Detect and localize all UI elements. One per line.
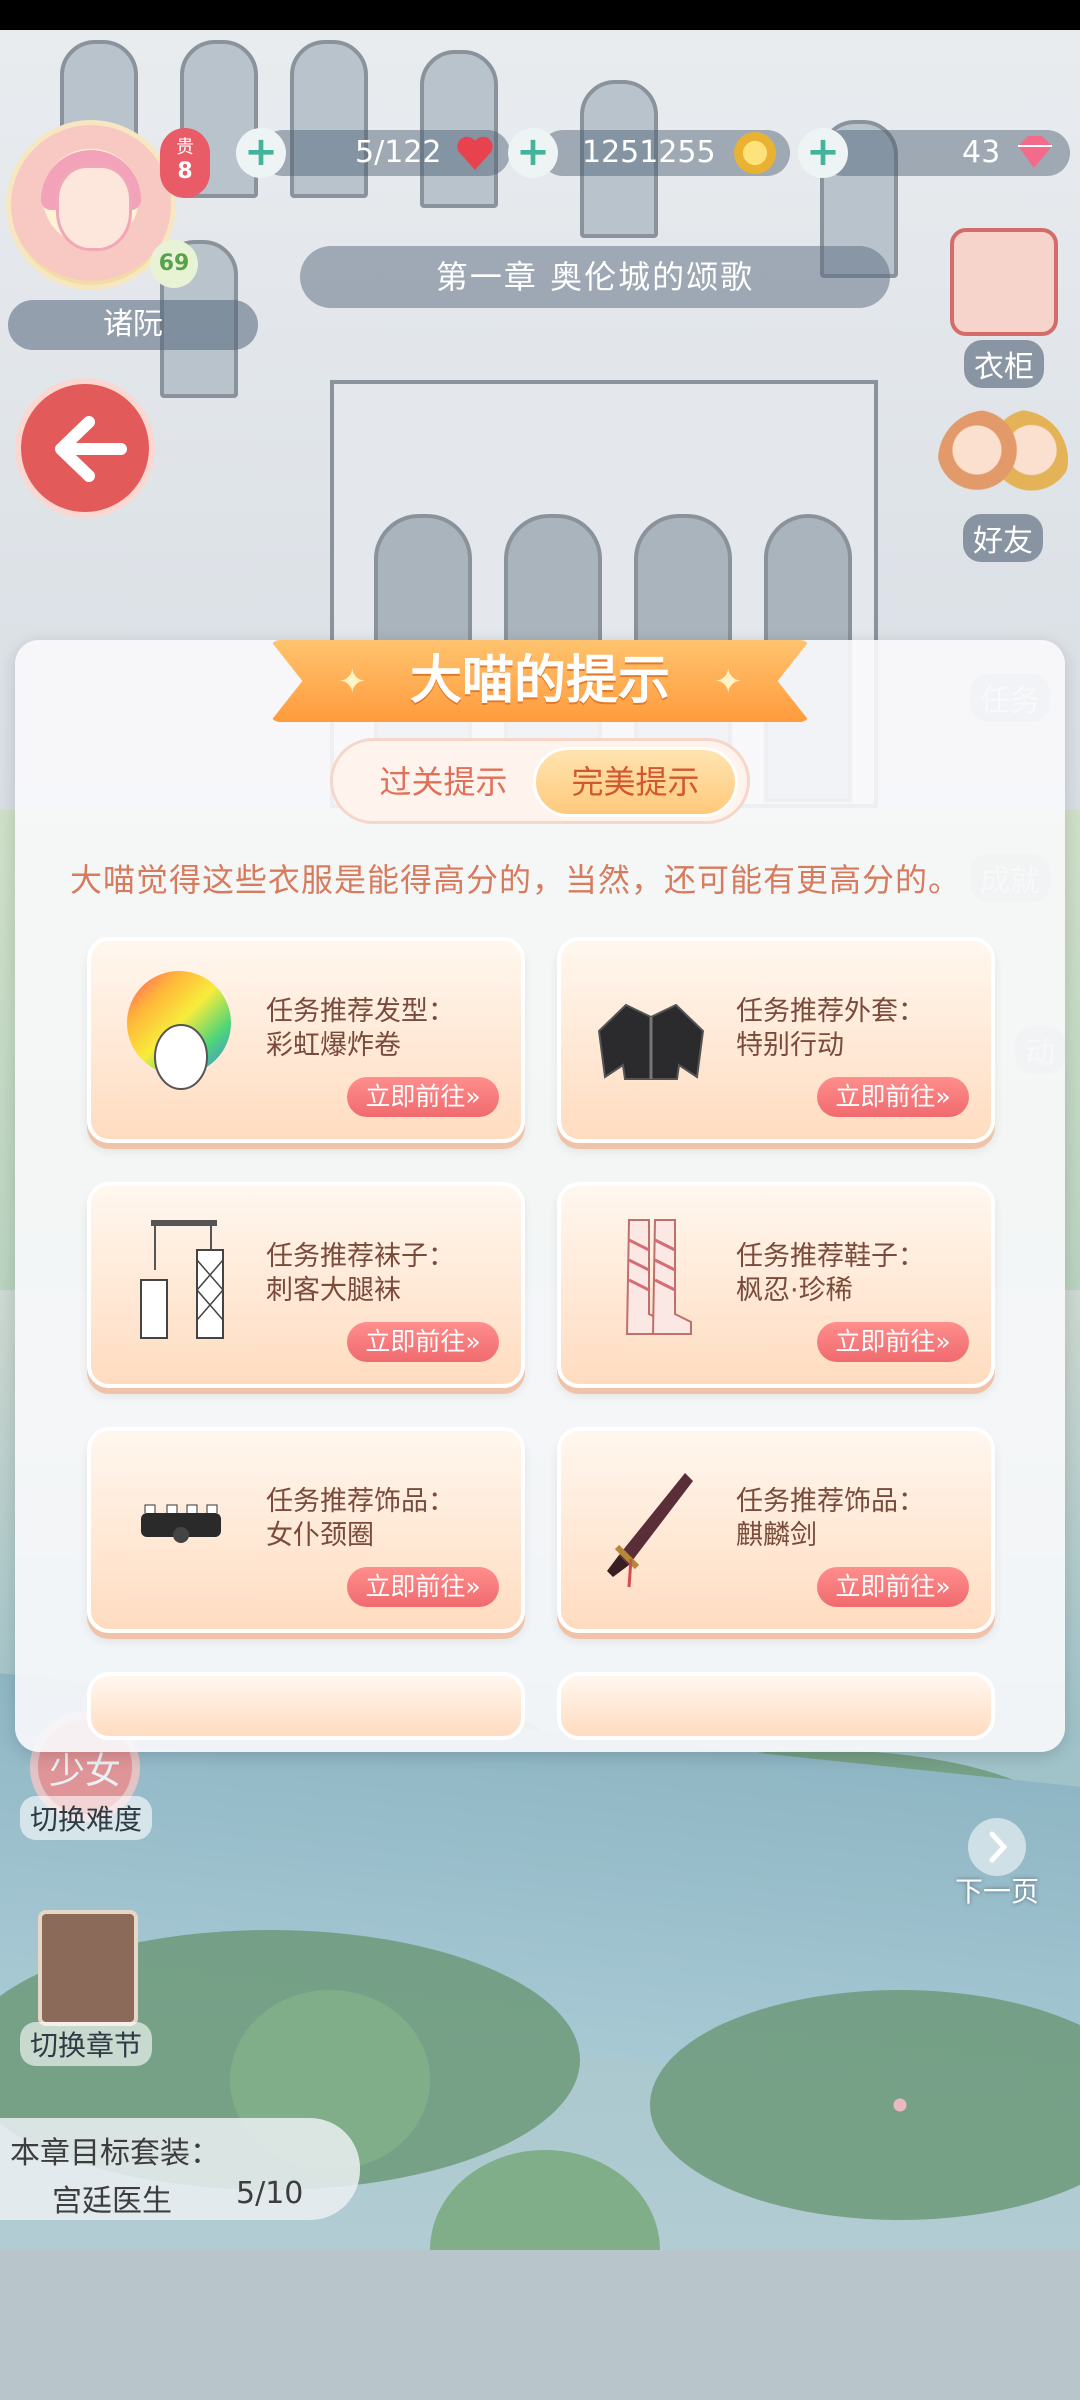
chapter-title: 第一章 奥伦城的颂歌	[300, 246, 890, 308]
player-level-badge: 69	[150, 240, 198, 288]
recommend-card-partial[interactable]	[557, 1672, 995, 1740]
back-arrow-icon	[55, 416, 127, 482]
wardrobe-label: 衣柜	[964, 340, 1044, 388]
go-now-button[interactable]: 立即前往»	[347, 1567, 499, 1607]
recommend-card-accessory-1[interactable]: 任务推荐饰品： 女仆颈圈 立即前往»	[87, 1427, 525, 1633]
goal-progress: 5/10	[236, 2176, 304, 2211]
add-diamonds-button[interactable]: +	[798, 128, 848, 178]
wardrobe-icon	[950, 228, 1058, 336]
sparkle-icon: ✦	[714, 662, 743, 702]
chevron-right-icon	[989, 1831, 1008, 1863]
hint-tabs: 过关提示 完美提示	[330, 738, 750, 824]
go-now-button[interactable]: 立即前往»	[347, 1322, 499, 1362]
recommend-card-shoes[interactable]: 任务推荐鞋子： 枫忍·珍稀 立即前往»	[557, 1182, 995, 1388]
tab-pass-hint[interactable]: 过关提示	[341, 747, 546, 817]
coin-icon	[734, 132, 776, 174]
go-now-button[interactable]: 立即前往»	[347, 1077, 499, 1117]
chapter-book-label: 切换章节	[20, 2022, 153, 2066]
goal-title: 本章目标套装：	[10, 2136, 220, 2171]
wardrobe-button[interactable]: 衣柜	[944, 228, 1064, 388]
recommend-card-hairstyle[interactable]: 任务推荐发型： 彩虹爆炸卷 立即前往»	[87, 937, 525, 1143]
stamina-value: 5/122	[355, 135, 442, 170]
go-now-button[interactable]: 立即前往»	[817, 1322, 969, 1362]
back-button[interactable]	[15, 378, 155, 518]
go-now-button[interactable]: 立即前往»	[817, 1077, 969, 1117]
card-item-name: 麒麟剑	[736, 1520, 817, 1551]
chapter-goal-panel[interactable]: 本章目标套装： 宫廷医生 5/10	[0, 2118, 360, 2220]
fishnet-stockings-icon	[111, 1210, 251, 1350]
tab-perfect-hint[interactable]: 完美提示	[533, 747, 738, 817]
black-jacket-icon	[581, 965, 721, 1105]
lace-up-boots-icon	[581, 1210, 721, 1350]
friends-button[interactable]: 好友	[928, 410, 1078, 562]
vip-badge[interactable]: 贵 8	[160, 128, 210, 198]
add-coins-button[interactable]: +	[508, 128, 558, 178]
recommend-card-coat[interactable]: 任务推荐外套： 特别行动 立即前往»	[557, 937, 995, 1143]
coins-value: 1251255	[582, 135, 716, 170]
player-name: 诸阮	[8, 300, 258, 350]
status-bar	[0, 0, 1080, 30]
go-now-button[interactable]: 立即前往»	[817, 1567, 969, 1607]
chapter-book-icon[interactable]	[38, 1910, 138, 2026]
hint-text: 大喵觉得这些衣服是能得高分的，当然，还可能有更高分的。	[70, 861, 962, 899]
diamonds-value: 43	[962, 135, 1001, 170]
card-item-name: 刺客大腿袜	[266, 1275, 401, 1306]
vip-level: 8	[177, 159, 193, 184]
diamond-icon	[1012, 132, 1054, 174]
recommend-card-socks[interactable]: 任务推荐袜子： 刺客大腿袜 立即前往»	[87, 1182, 525, 1388]
rainbow-afro-hair-icon	[111, 965, 251, 1105]
card-item-name: 彩虹爆炸卷	[266, 1030, 401, 1061]
maid-collar-icon	[111, 1455, 251, 1595]
card-item-name: 特别行动	[736, 1030, 844, 1061]
next-page-button[interactable]	[968, 1818, 1026, 1876]
next-page-label: 下一页	[955, 1875, 1040, 1908]
sword-icon	[581, 1455, 721, 1595]
difficulty-label: 切换难度	[20, 1796, 153, 1840]
goal-suit: 宫廷医生	[52, 2184, 172, 2219]
vip-label: 贵	[176, 137, 194, 158]
recommend-card-accessory-2[interactable]: 任务推荐饰品： 麒麟剑 立即前往»	[557, 1427, 995, 1633]
card-item-name: 枫忍·珍稀	[736, 1275, 853, 1306]
dialog-title-ribbon: ✦ 大喵的提示 ✦	[270, 640, 810, 722]
friends-icon	[938, 410, 1068, 510]
add-stamina-button[interactable]: +	[236, 128, 286, 178]
heart-icon	[454, 132, 496, 174]
recommend-card-partial[interactable]	[87, 1672, 525, 1740]
card-item-name: 女仆颈圈	[266, 1520, 374, 1551]
friends-label: 好友	[963, 514, 1043, 562]
